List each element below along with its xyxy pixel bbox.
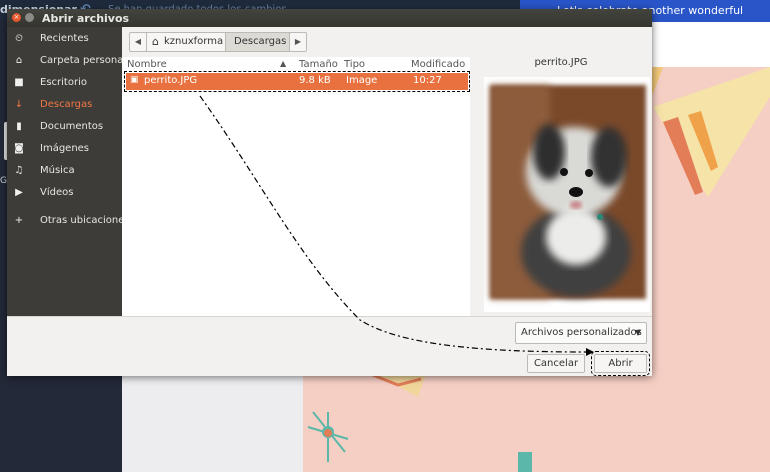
- preview-image: [484, 77, 650, 312]
- sidebar-item-documentos[interactable]: ▮ Documentos: [7, 117, 122, 137]
- file-modified: 10:27: [413, 75, 442, 86]
- clock-icon: ⏲: [15, 33, 23, 44]
- filter-value: Archivos personalizados: [521, 327, 642, 338]
- sidebar-item-videos[interactable]: ▶ Vídeos: [7, 183, 122, 203]
- chevron-down-icon: ▼: [634, 328, 641, 337]
- sidebar-item-escritorio[interactable]: ■ Escritorio: [7, 73, 122, 93]
- dialog-title: Abrir archivos: [42, 12, 130, 25]
- sidebar-item-carpeta-personal[interactable]: ⌂ Carpeta personal: [7, 51, 126, 71]
- document-icon: ▮: [16, 121, 22, 132]
- open-button[interactable]: Abrir: [591, 351, 650, 376]
- close-icon[interactable]: ×: [12, 13, 21, 22]
- sidebar-item-label: Vídeos: [40, 187, 74, 198]
- sidebar-item-recientes[interactable]: ⏲ Recientes: [7, 29, 122, 49]
- path-segment-home[interactable]: ⌂ kznuxforma: [146, 32, 226, 52]
- preview-file-name: perrito.JPG: [534, 57, 588, 68]
- dialog-footer: Archivos personalizados ▼ Cancelar Abrir: [7, 316, 652, 376]
- path-current-label: Descargas: [234, 36, 287, 47]
- path-home-label: kznuxforma: [164, 36, 224, 47]
- image-file-icon: ▣: [130, 75, 139, 85]
- download-icon: ↓: [14, 99, 24, 110]
- sidebar-item-label: Escritorio: [40, 77, 87, 88]
- sidebar-item-imagenes[interactable]: ◙ Imágenes: [7, 139, 122, 159]
- column-header-type[interactable]: Tipo: [344, 59, 365, 70]
- path-bar: ◀ ⌂ kznuxforma Descargas ▶: [122, 27, 652, 57]
- sidebar-item-descargas[interactable]: ↓ Descargas: [7, 95, 122, 115]
- folder-icon: ■: [14, 77, 24, 88]
- file-type-filter-select[interactable]: Archivos personalizados ▼: [515, 322, 647, 344]
- sidebar-item-label: Recientes: [40, 33, 89, 44]
- sidebar-item-label: Otras ubicaciones: [40, 215, 130, 226]
- home-icon: ⌂: [152, 35, 159, 48]
- path-back-icon[interactable]: ◀: [129, 32, 147, 52]
- file-size: 9.8 kB: [299, 75, 331, 86]
- video-icon: ▶: [15, 187, 23, 198]
- workspace-header-area: [653, 22, 770, 67]
- preview-pane: perrito.JPG: [470, 57, 652, 316]
- sidebar-item-label: Documentos: [40, 121, 104, 132]
- camera-icon: ◙: [14, 143, 24, 154]
- sort-ascending-icon[interactable]: ▲: [280, 59, 286, 68]
- table-row[interactable]: ▣ perrito.JPG 9.8 kB Image 10:27: [124, 71, 470, 92]
- column-header-name[interactable]: Nombre: [127, 59, 167, 70]
- sidebar-letter: G: [0, 176, 7, 186]
- plus-icon: +: [14, 215, 24, 226]
- sidebar-item-musica[interactable]: ♫ Música: [7, 161, 122, 181]
- music-icon: ♫: [14, 165, 24, 176]
- sidebar-item-label: Imágenes: [40, 143, 90, 154]
- places-sidebar: ⏲ Recientes ⌂ Carpeta personal ■ Escrito…: [7, 27, 130, 316]
- file-name: perrito.JPG: [144, 75, 198, 86]
- sidebar-item-label: Descargas: [40, 99, 93, 110]
- cancel-button[interactable]: Cancelar: [527, 354, 585, 373]
- dialog-titlebar[interactable]: × Abrir archivos: [7, 9, 652, 27]
- column-header-modified[interactable]: Modificado: [411, 59, 465, 70]
- path-segment-current[interactable]: Descargas: [225, 32, 290, 52]
- file-list: Nombre ▲ Tamaño Tipo Modificado ▣ perrit…: [122, 57, 470, 316]
- sidebar-item-label: Música: [40, 165, 75, 176]
- home-icon: ⌂: [15, 55, 23, 66]
- sidebar-item-otras-ubicaciones[interactable]: + Otras ubicaciones: [7, 211, 130, 231]
- open-files-dialog: × Abrir archivos ⏲ Recientes ⌂ Carpeta p…: [7, 9, 652, 376]
- path-forward-icon[interactable]: ▶: [289, 32, 307, 52]
- sidebar-item-label: Carpeta personal: [40, 55, 127, 66]
- file-type: Image: [346, 75, 378, 86]
- dog-photo: [490, 85, 646, 299]
- column-header-size[interactable]: Tamaño: [299, 59, 338, 70]
- minimize-icon[interactable]: [25, 13, 34, 22]
